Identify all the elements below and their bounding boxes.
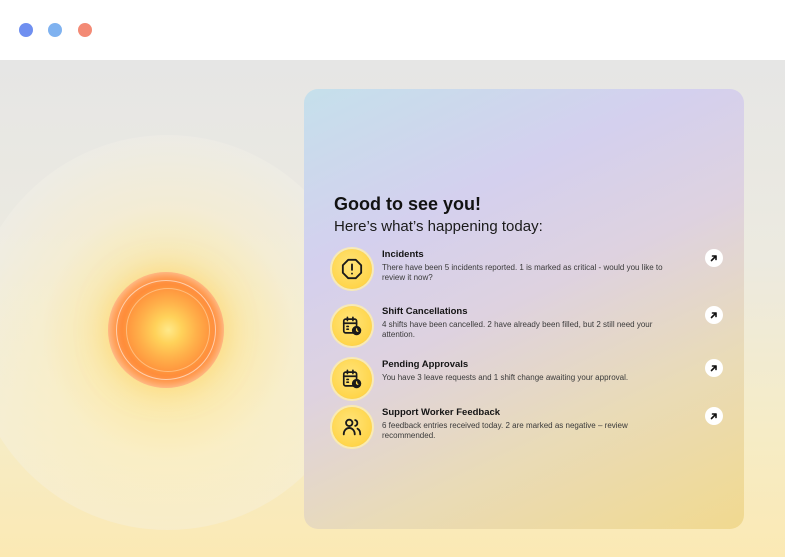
open-arrow-button[interactable] [705,249,723,267]
assistant-orb-ring-inner [126,288,210,372]
item-description: You have 3 leave requests and 1 shift ch… [382,373,629,382]
item-description: 6 feedback entries received today. 2 are… [382,421,628,440]
greeting-title: Good to see you! [334,194,482,214]
window-control-dot-2[interactable] [48,23,62,37]
arrow-up-right-icon [710,312,717,319]
arrow-up-right-icon [710,365,717,372]
greeting-subtitle: Here’s what’s happening today: [334,218,543,235]
calendar-clock-icon [332,359,372,399]
summary-card: Good to see you! Here’s what’s happening… [304,89,744,529]
arrow-up-right-icon [710,255,717,262]
arrow-up-right-icon [710,413,717,420]
users-icon [332,407,372,447]
item-description: 4 shifts have been cancelled. 2 have alr… [382,320,653,339]
calendar-clock-icon [332,306,372,346]
open-arrow-button[interactable] [705,359,723,377]
item-title: Support Worker Feedback [382,407,501,418]
main-stage: Good to see you! Here’s what’s happening… [0,60,785,557]
item-title: Incidents [382,249,424,260]
item-description: There have been 5 incidents reported. 1 … [382,263,663,282]
window-control-dot-1[interactable] [19,23,33,37]
open-arrow-button[interactable] [705,407,723,425]
window-control-dot-3[interactable] [78,23,92,37]
item-title: Shift Cancellations [382,306,468,317]
item-title: Pending Approvals [382,359,469,370]
open-arrow-button[interactable] [705,306,723,324]
window-titlebar [0,0,785,60]
alert-octagon-icon [332,249,372,289]
